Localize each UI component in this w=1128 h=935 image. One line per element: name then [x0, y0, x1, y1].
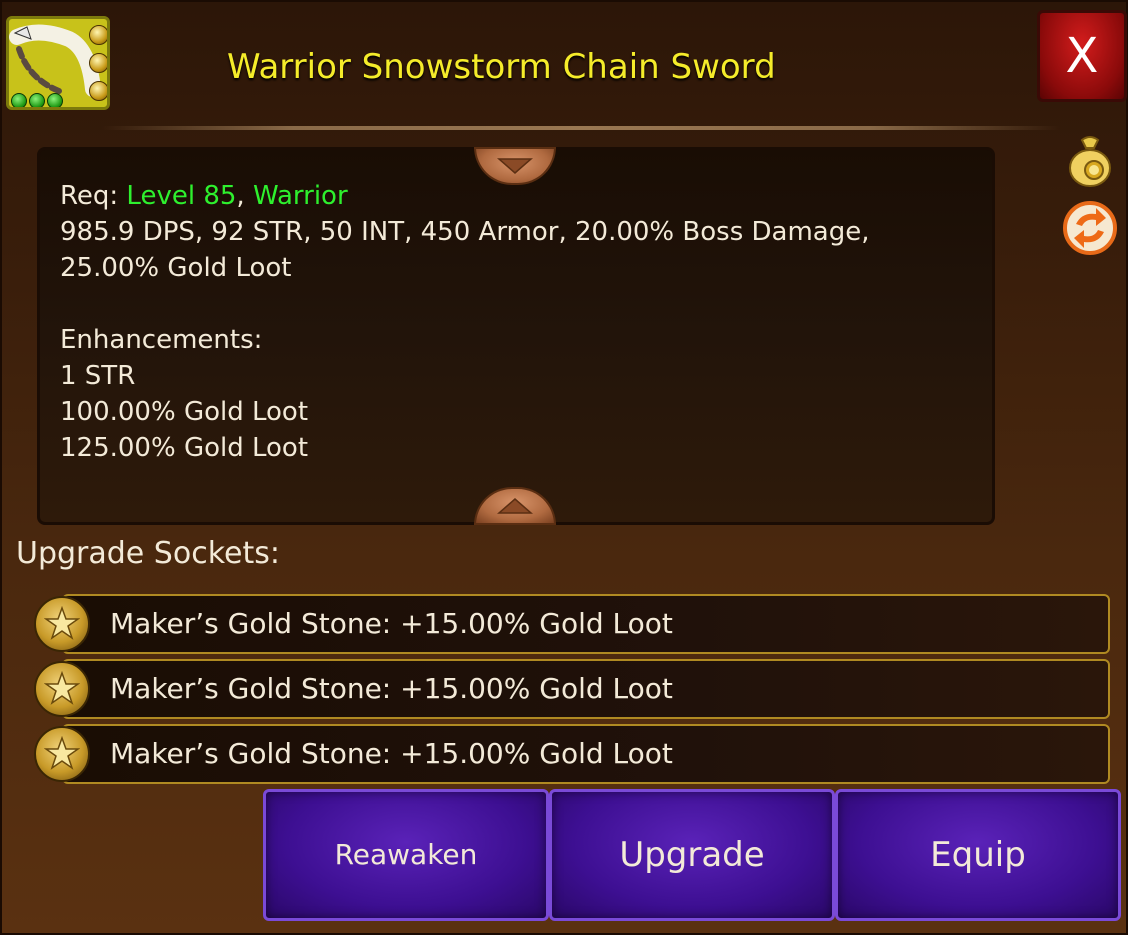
- item-detail-panel: Warrior Snowstorm Chain Sword X Req: Lev…: [0, 0, 1128, 935]
- gold-stone-icon: [34, 661, 90, 717]
- item-description-box[interactable]: Req: Level 85, Warrior 985.9 DPS, 92 STR…: [37, 147, 995, 525]
- socket-label: Maker’s Gold Stone: +15.00% Gold Loot: [110, 672, 673, 705]
- socket-gem-icon: [89, 25, 107, 45]
- socket-label: Maker’s Gold Stone: +15.00% Gold Loot: [110, 607, 673, 640]
- gold-stone-icon: [34, 726, 90, 782]
- item-description: Req: Level 85, Warrior 985.9 DPS, 92 STR…: [60, 178, 960, 466]
- item-title: Warrior Snowstorm Chain Sword: [227, 47, 776, 87]
- swap-icon[interactable]: [1062, 200, 1118, 256]
- close-button[interactable]: X: [1037, 10, 1127, 102]
- requirement-class: Warrior: [252, 181, 348, 211]
- reawaken-button[interactable]: Reawaken: [263, 789, 549, 921]
- upgrade-button[interactable]: Upgrade: [549, 789, 835, 921]
- grade-dot-icon: [29, 93, 45, 107]
- socket-label: Maker’s Gold Stone: +15.00% Gold Loot: [110, 737, 673, 770]
- enhancement-item: 1 STR: [60, 361, 136, 391]
- requirement-separator: ,: [236, 181, 253, 211]
- requirement-prefix: Req:: [60, 181, 127, 211]
- grade-dot-icon: [47, 93, 63, 107]
- grade-dot-icon: [11, 93, 27, 107]
- title-divider: [102, 126, 1060, 130]
- socket-gem-icon: [89, 53, 107, 73]
- enhancement-item: 100.00% Gold Loot: [60, 397, 309, 427]
- equip-button[interactable]: Equip: [835, 789, 1121, 921]
- chevron-up-icon: [497, 498, 533, 514]
- requirement-level: Level 85: [126, 181, 237, 211]
- gold-stone-icon: [34, 596, 90, 652]
- loot-bag-icon[interactable]: [1062, 132, 1118, 188]
- upgrade-sockets-heading: Upgrade Sockets:: [16, 536, 280, 571]
- enhancement-item: 125.00% Gold Loot: [60, 433, 309, 463]
- stats-line: 25.00% Gold Loot: [60, 253, 292, 283]
- stats-line: 985.9 DPS, 92 STR, 50 INT, 450 Armor, 20…: [60, 217, 870, 247]
- socket-gem-icon: [89, 81, 107, 101]
- chevron-down-icon: [497, 158, 533, 174]
- chain-sword-icon[interactable]: [6, 16, 110, 110]
- enhancements-heading: Enhancements:: [60, 325, 263, 355]
